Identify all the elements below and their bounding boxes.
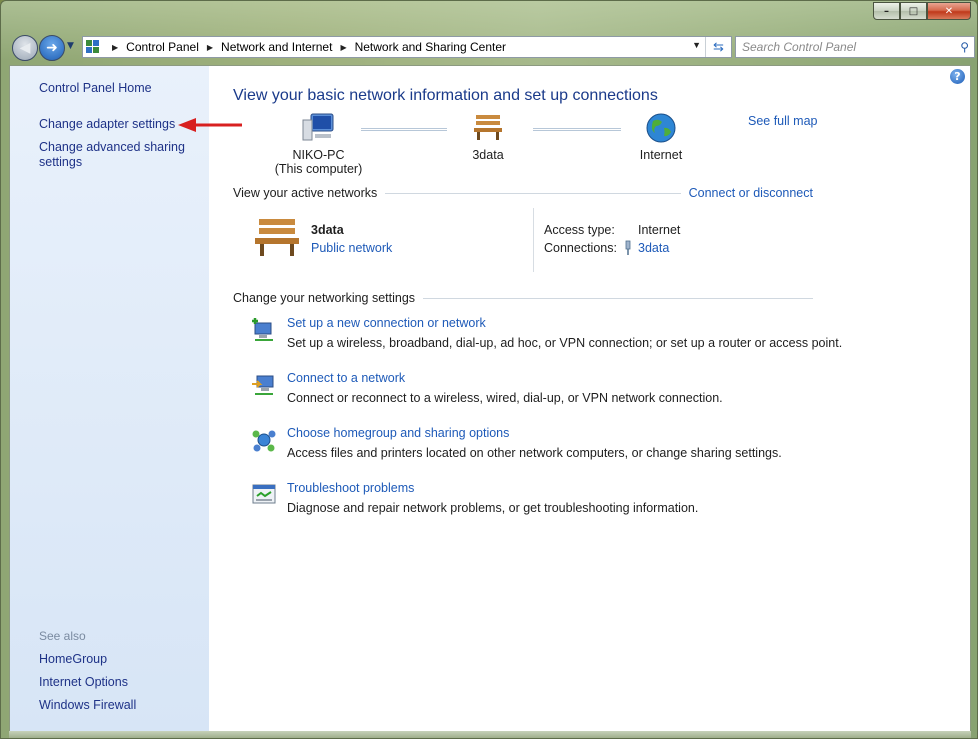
network-bench-icon[interactable] [251, 216, 303, 258]
connect-network-icon [252, 375, 274, 395]
connection-plug-icon [625, 240, 631, 255]
minimize-button[interactable]: – [873, 2, 900, 20]
network-node-name: 3data [472, 148, 504, 162]
task-connect-network: Connect to a network Connect or reconnec… [251, 371, 831, 411]
breadcrumb-network-and-internet[interactable]: Network and Internet [221, 40, 332, 54]
globe-icon [646, 113, 676, 143]
map-internet-node: Internet [631, 112, 691, 162]
content-area: Control Panel Home Change adapter settin… [9, 65, 971, 733]
forward-button[interactable]: ➜ [39, 35, 65, 61]
troubleshoot-icon [252, 484, 276, 504]
vertical-divider [533, 208, 534, 272]
connect-to-network-link[interactable]: Connect to a network [287, 371, 405, 385]
window-frame: – □ ✕ ◀ ➜ ▼ ▶ Control Panel ▶ Network an… [0, 0, 978, 739]
breadcrumb-network-sharing-center[interactable]: Network and Sharing Center [355, 40, 506, 54]
map-connector-line [533, 128, 621, 131]
address-bar[interactable]: ▶ Control Panel ▶ Network and Internet ▶… [82, 36, 732, 58]
divider [423, 297, 813, 299]
sidebar-item-change-advanced-sharing[interactable]: Change advanced sharing settings [39, 140, 189, 170]
access-type-value: Internet [638, 223, 681, 237]
new-connection-icon [252, 318, 273, 341]
caption-buttons: – □ ✕ [873, 2, 971, 20]
task-description: Diagnose and repair network problems, or… [287, 501, 699, 515]
access-type-label: Access type: [544, 223, 615, 237]
bench-icon [474, 115, 502, 140]
task-troubleshoot: Troubleshoot problems Diagnose and repai… [251, 481, 831, 521]
help-icon[interactable]: ? [950, 69, 965, 84]
active-networks-heading: View your active networks Connect or dis… [233, 186, 813, 200]
task-new-connection: Set up a new connection or network Set u… [251, 316, 842, 356]
divider [385, 192, 681, 194]
search-input[interactable]: Search Control Panel ⚲ [735, 36, 975, 58]
internet-node-name: Internet [639, 148, 683, 162]
recent-pages-dropdown[interactable]: ▼ [67, 41, 74, 51]
homegroup-icon [252, 430, 276, 452]
computer-icon [302, 113, 333, 141]
window-bottom-border [9, 731, 971, 738]
task-description: Connect or reconnect to a wireless, wire… [287, 391, 723, 405]
maximize-button[interactable]: □ [900, 2, 927, 20]
main-panel: View your basic network information and … [233, 66, 842, 726]
breadcrumb-separator[interactable]: ▶ [340, 43, 346, 52]
sidebar-item-homegroup[interactable]: HomeGroup [39, 652, 107, 667]
active-networks-title: View your active networks [233, 186, 378, 200]
breadcrumb-separator[interactable]: ▶ [207, 43, 213, 52]
refresh-icon[interactable]: ⇆ [705, 37, 731, 57]
navigation-bar: ◀ ➜ ▼ ▶ Control Panel ▶ Network and Inte… [9, 31, 975, 63]
computer-name: NIKO-PC [292, 148, 345, 162]
connect-or-disconnect-link[interactable]: Connect or disconnect [689, 186, 813, 200]
see-full-map-link[interactable]: See full map [748, 114, 817, 128]
page-title: View your basic network information and … [233, 87, 658, 104]
troubleshoot-problems-link[interactable]: Troubleshoot problems [287, 481, 414, 495]
task-homegroup: Choose homegroup and sharing options Acc… [251, 426, 831, 466]
search-placeholder: Search Control Panel [742, 40, 857, 54]
control-panel-icon [86, 39, 104, 55]
network-type-link[interactable]: Public network [311, 241, 392, 255]
computer-subtitle: (This computer) [274, 162, 363, 176]
breadcrumb-control-panel[interactable]: Control Panel [126, 40, 199, 54]
connection-link[interactable]: 3data [638, 241, 669, 255]
networking-settings-heading: Change your networking settings [233, 291, 813, 305]
map-connector-line [361, 128, 447, 131]
sidebar-item-change-adapter-settings[interactable]: Change adapter settings [39, 117, 175, 132]
sidebar-item-windows-firewall[interactable]: Windows Firewall [39, 698, 136, 713]
sidebar-item-internet-options[interactable]: Internet Options [39, 675, 128, 690]
active-network-name: 3data [311, 223, 344, 237]
networking-settings-title: Change your networking settings [233, 291, 416, 305]
task-description: Set up a wireless, broadband, dial-up, a… [287, 336, 843, 350]
sidebar-item-control-panel-home[interactable]: Control Panel Home [39, 81, 152, 96]
back-button[interactable]: ◀ [12, 35, 38, 61]
see-also-heading: See also [39, 629, 86, 643]
set-up-new-connection-link[interactable]: Set up a new connection or network [287, 316, 486, 330]
close-button[interactable]: ✕ [927, 2, 971, 20]
homegroup-sharing-link[interactable]: Choose homegroup and sharing options [287, 426, 509, 440]
search-icon[interactable]: ⚲ [960, 40, 969, 54]
task-description: Access files and printers located on oth… [287, 446, 782, 460]
map-network-node: 3data [458, 112, 518, 162]
map-computer-node: NIKO-PC (This computer) [271, 112, 366, 176]
breadcrumb-separator[interactable]: ▶ [112, 43, 118, 52]
connections-label: Connections: [544, 241, 617, 255]
address-history-dropdown[interactable]: ▼ [692, 40, 701, 50]
sidebar: Control Panel Home Change adapter settin… [10, 66, 209, 732]
